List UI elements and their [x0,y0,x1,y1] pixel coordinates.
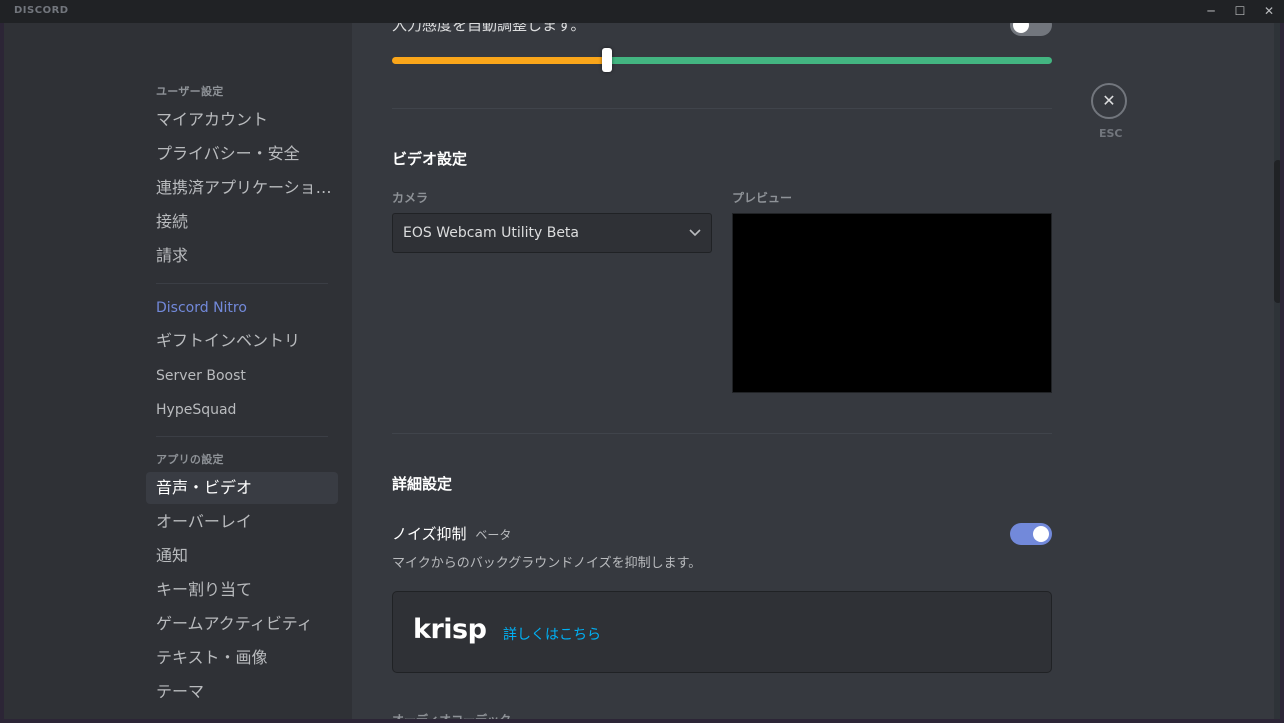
noise-suppression-description: マイクからのバックグラウンドノイズを抑制します。 [392,556,702,571]
krisp-logo: krisp [413,614,487,645]
noise-suppression-toggle[interactable] [1010,523,1052,545]
scrollbar-track[interactable] [1274,23,1280,719]
sidebar-item-privacy[interactable]: プライバシー・安全 [146,138,338,170]
beta-badge: ベータ [475,528,512,542]
sidebar-item-text-images[interactable]: テキスト・画像 [146,642,338,674]
section-divider [392,433,1052,434]
settings-sidebar: ユーザー設定 マイアカウント プライバシー・安全 連携済アプリケーショ… 接続 … [4,23,352,719]
sidebar-item-nitro[interactable]: Discord Nitro [146,292,338,324]
auto-sensitivity-label: 入力感度を自動調整します。 [392,23,586,34]
krisp-banner: krisp 詳しくはこちら [392,591,1052,673]
close-window-button[interactable]: ✕ [1254,0,1284,23]
scrollbar-thumb[interactable] [1274,160,1280,303]
noise-suppression-label: ノイズ抑制 [392,525,467,543]
sidebar-item-billing[interactable]: 請求 [146,240,338,272]
video-settings-title: ビデオ設定 [392,150,468,168]
noise-suppression-title: ノイズ抑制 ベータ [392,523,511,544]
sidebar-item-notifications[interactable]: 通知 [146,540,338,572]
sidebar-item-authorized-apps[interactable]: 連携済アプリケーショ… [146,172,338,204]
input-sensitivity-handle[interactable] [602,48,612,72]
auto-sensitivity-toggle[interactable] [1010,23,1052,36]
preview-label: プレビュー [732,191,793,205]
camera-select-value: EOS Webcam Utility Beta [403,225,580,241]
input-sensitivity-track-high[interactable] [608,57,1052,64]
sidebar-item-overlay[interactable]: オーバーレイ [146,506,338,538]
maximize-button[interactable]: ☐ [1225,0,1255,23]
learn-more-link[interactable]: 詳しくはこちら [503,624,601,644]
discord-logo: DISCORD [14,5,69,16]
input-sensitivity-track-low[interactable] [392,57,608,64]
close-icon: ✕ [1102,91,1116,110]
camera-select[interactable]: EOS Webcam Utility Beta [392,213,712,253]
toggle-knob [1033,526,1049,542]
app-settings-header: アプリの設定 [156,453,224,466]
sidebar-item-voice-video[interactable]: 音声・ビデオ [146,472,338,504]
app-frame: ユーザー設定 マイアカウント プライバシー・安全 連携済アプリケーショ… 接続 … [4,23,1280,719]
sidebar-divider [156,283,328,284]
minimize-button[interactable]: ─ [1196,0,1226,23]
sidebar-item-gift-inventory[interactable]: ギフトインベントリ [146,325,338,357]
sidebar-item-game-activity[interactable]: ゲームアクティビティ [146,608,338,640]
advanced-settings-title: 詳細設定 [392,475,453,493]
video-preview [732,213,1052,393]
audio-codec-label: オーディオコーデック [392,711,511,719]
sidebar-item-hypesquad[interactable]: HypeSquad [146,394,338,426]
window-titlebar: DISCORD ─ ☐ ✕ [0,0,1284,23]
user-settings-header: ユーザー設定 [156,85,224,98]
camera-label: カメラ [392,191,429,205]
sidebar-divider [156,436,328,437]
sidebar-item-connections[interactable]: 接続 [146,206,338,238]
toggle-knob [1013,23,1029,33]
sidebar-item-keybinds[interactable]: キー割り当て [146,574,338,606]
sidebar-item-theme[interactable]: テーマ [146,676,338,708]
chevron-down-icon [689,214,701,267]
sidebar-item-my-account[interactable]: マイアカウント [146,104,338,136]
close-settings-button[interactable]: ✕ [1091,83,1127,119]
section-divider [392,108,1052,109]
sidebar-item-server-boost[interactable]: Server Boost [146,360,338,392]
esc-label: ESC [1099,127,1123,140]
